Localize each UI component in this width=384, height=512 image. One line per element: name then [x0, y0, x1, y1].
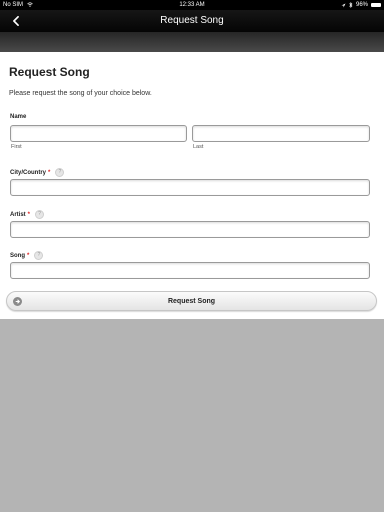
request-song-button[interactable]: Request Song	[6, 291, 377, 311]
first-name-input[interactable]	[10, 125, 187, 142]
song-label: Song * ?	[10, 251, 44, 260]
name-label-text: Name	[10, 114, 27, 120]
page-title: Request Song	[9, 65, 90, 79]
request-song-button-label: Request Song	[167, 298, 216, 305]
required-marker: *	[48, 169, 51, 176]
page-description: Please request the song of your choice b…	[9, 90, 152, 97]
clock: 12:33 AM	[179, 2, 205, 8]
battery-percent: 96%	[355, 2, 368, 8]
artist-label: Artist * ?	[10, 210, 45, 219]
battery-icon	[371, 3, 381, 7]
battery-fill	[372, 4, 380, 6]
nav-title: Request Song	[160, 15, 224, 26]
required-marker: *	[27, 252, 30, 259]
city-country-input[interactable]	[10, 179, 370, 196]
help-icon[interactable]: ?	[55, 168, 65, 177]
navigation-bar: Request Song	[0, 10, 384, 32]
status-bar: No SIM 12:33 AM 96%	[0, 0, 384, 10]
name-label: Name	[10, 114, 26, 120]
empty-background	[0, 319, 384, 512]
artist-input[interactable]	[10, 221, 370, 238]
status-right: 96%	[341, 0, 381, 10]
artist-label-text: Artist	[10, 211, 26, 218]
last-name-sublabel: Last	[193, 144, 204, 150]
location-arrow-icon	[341, 3, 346, 7]
nav-shadow-band	[0, 32, 384, 52]
bluetooth-icon	[349, 2, 353, 8]
song-label-text: Song	[10, 252, 25, 259]
required-marker: *	[27, 211, 31, 218]
help-icon[interactable]: ?	[34, 251, 44, 260]
song-input[interactable]	[10, 262, 370, 279]
form-panel: Request Song Please request the song of …	[0, 52, 384, 319]
first-name-sublabel: First	[11, 144, 22, 150]
city-country-label: City/Country * ?	[10, 168, 65, 177]
help-icon[interactable]: ?	[35, 210, 45, 219]
city-country-label-text: City/Country	[10, 169, 46, 176]
last-name-input[interactable]	[192, 125, 370, 142]
